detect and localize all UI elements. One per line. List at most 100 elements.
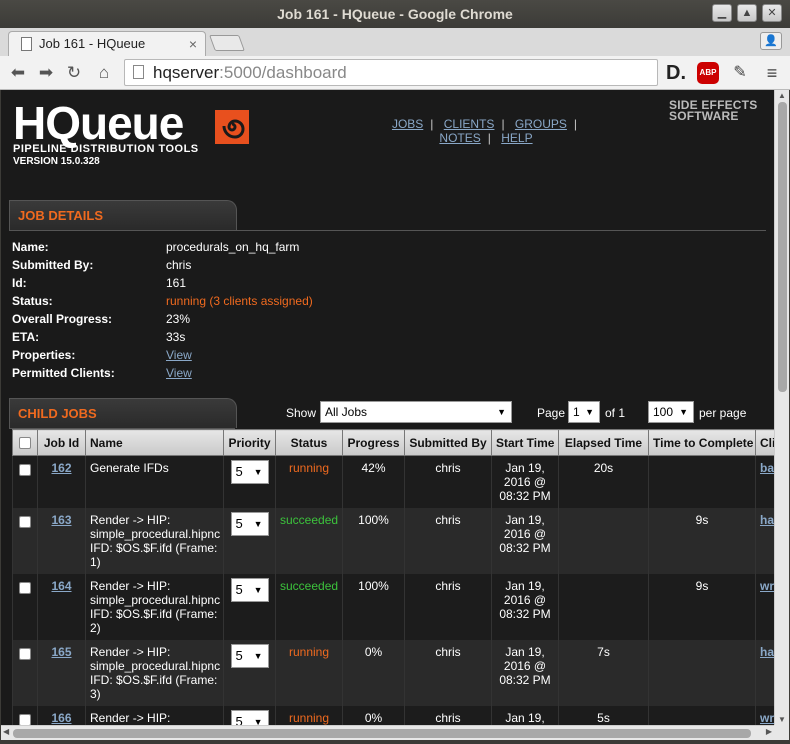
scroll-up-icon[interactable]: ▲ [778,91,786,100]
column-header-time-to-complete[interactable]: Time to Complete [648,429,756,456]
horizontal-scrollbar[interactable]: ◀ ▶ [1,725,774,740]
nav-notes[interactable]: NOTES [439,131,480,145]
detail-label: Properties: [12,348,76,362]
column-header-client[interactable]: Cli [755,429,774,456]
tab-close-icon[interactable]: × [189,32,197,56]
scroll-down-icon[interactable]: ▼ [778,715,786,724]
reload-icon[interactable]: ↻ [62,61,86,85]
job-start-time: Jan 19, 2016 @ 08:32 PM [491,640,559,706]
job-id-link[interactable]: 164 [51,579,71,593]
job-id-link[interactable]: 162 [51,461,71,475]
nav-help[interactable]: HELP [501,131,532,145]
scroll-left-icon[interactable]: ◀ [3,727,9,736]
horizontal-scroll-thumb[interactable] [13,729,751,738]
column-header-priority[interactable]: Priority [223,429,276,456]
column-header-start-time[interactable]: Start Time [491,429,559,456]
client-link[interactable]: wr [760,579,774,593]
job-time-to-complete: 9s [648,508,756,574]
new-tab-button[interactable] [209,35,245,51]
adblock-icon[interactable]: ABP [697,62,719,84]
client-link[interactable]: wr [760,711,774,725]
job-name: Render -> HIP: simple_procedural.hipnc I… [85,640,224,706]
priority-select[interactable]: 5 ▼ [230,512,269,536]
job-name: Render -> HIP: simple_procedural.hipnc I… [85,508,224,574]
job-elapsed-time [558,574,649,640]
window-title: Job 161 - HQueue - Google Chrome [277,6,513,22]
window-titlebar: Job 161 - HQueue - Google Chrome ▁ ▲ ✕ [0,0,790,28]
client-link[interactable]: ba [760,461,774,475]
row-checkbox[interactable] [19,582,31,594]
job-name: Render -> HIP: simple_procedural.hipnc I… [85,574,224,640]
show-filter-select[interactable]: All Jobs ▼ [320,401,512,423]
address-bar[interactable]: hqserver:5000/dashboard [124,59,658,86]
scroll-right-icon[interactable]: ▶ [766,727,772,736]
browser-tab[interactable]: Job 161 - HQueue × [8,31,206,56]
select-all-checkbox[interactable] [19,436,31,449]
job-id-link[interactable]: 163 [51,513,71,527]
page-value: 1 [573,405,580,419]
row-checkbox[interactable] [19,714,31,725]
detail-value: 23% [166,312,191,326]
browser-toolbar: ⬅ ➡ ↻ ⌂ hqserver:5000/dashboard D. ABP ✎… [0,56,790,90]
table-row: 164 Render -> HIP: simple_procedural.hip… [12,574,774,640]
evernote-icon[interactable]: ✎ [728,61,752,85]
table-row: 162 Generate IFDs 5 ▼ running 42% chris J… [12,455,774,508]
properties-view-link[interactable]: View [166,348,192,362]
window-controls: ▁ ▲ ✕ [712,4,782,22]
page-label: Page [537,406,566,420]
table-header: Job Id Name Priority Status Progress Sub… [12,429,774,456]
close-icon[interactable]: ✕ [762,4,782,22]
column-header-submitted-by[interactable]: Submitted By [404,429,492,456]
per-page-select[interactable]: 100 ▼ [648,401,694,423]
window-frame [0,740,790,744]
client-link[interactable]: ha [760,513,774,527]
job-start-time: Jan 19, 2016 @ 08:32 PM [491,574,559,640]
column-header-elapsed-time[interactable]: Elapsed Time [558,429,649,456]
profile-icon[interactable]: 👤 [760,32,782,50]
priority-select[interactable]: 5 ▼ [230,460,269,484]
page-icon [21,37,32,51]
page-select[interactable]: 1 ▼ [568,401,600,423]
job-start-time: Jan 19, 2016 @ 08:32 PM [491,455,559,508]
table-row: 163 Render -> HIP: simple_procedural.hip… [12,508,774,574]
column-header-name[interactable]: Name [85,429,224,456]
logo-swirl-icon [215,110,249,144]
per-page-label: per page [699,406,747,420]
column-header-job-id[interactable]: Job Id [37,429,86,456]
row-checkbox[interactable] [19,464,31,476]
row-checkbox[interactable] [19,516,31,528]
nav-jobs[interactable]: JOBS [392,117,423,131]
show-filter-value: All Jobs [325,405,368,419]
client-link[interactable]: ha [760,645,774,659]
job-id-link[interactable]: 166 [51,711,71,725]
priority-select[interactable]: 5 ▼ [230,644,269,668]
row-checkbox[interactable] [19,648,31,660]
home-icon[interactable]: ⌂ [92,61,116,85]
priority-select[interactable]: 5 ▼ [230,710,269,725]
back-icon[interactable]: ⬅ [6,61,30,85]
select-all-header[interactable] [12,429,38,456]
menu-icon[interactable]: ≡ [760,61,784,85]
extension-d-icon[interactable]: D. [664,61,688,85]
job-time-to-complete [648,455,756,508]
chevron-down-icon: ▼ [253,467,263,477]
column-header-status[interactable]: Status [275,429,343,456]
nav-groups[interactable]: GROUPS [515,117,567,131]
job-id-link[interactable]: 165 [51,645,71,659]
detail-value: 33s [166,330,186,344]
nav-clients[interactable]: CLIENTS [444,117,495,131]
detail-value: 161 [166,276,187,290]
minimize-icon[interactable]: ▁ [712,4,732,22]
detail-label: Status: [12,294,53,308]
job-name: Generate IFDs [85,455,224,508]
job-elapsed-time: 7s [558,640,649,706]
maximize-icon[interactable]: ▲ [737,4,757,22]
priority-select[interactable]: 5 ▼ [230,578,269,602]
divider [9,230,766,231]
forward-icon[interactable]: ➡ [34,61,58,85]
vertical-scroll-thumb[interactable] [778,102,787,392]
job-submitted-by: chris [404,455,492,508]
permitted-clients-view-link[interactable]: View [166,366,192,380]
vertical-scrollbar[interactable]: ▲ ▼ [774,90,789,725]
column-header-progress[interactable]: Progress [342,429,405,456]
